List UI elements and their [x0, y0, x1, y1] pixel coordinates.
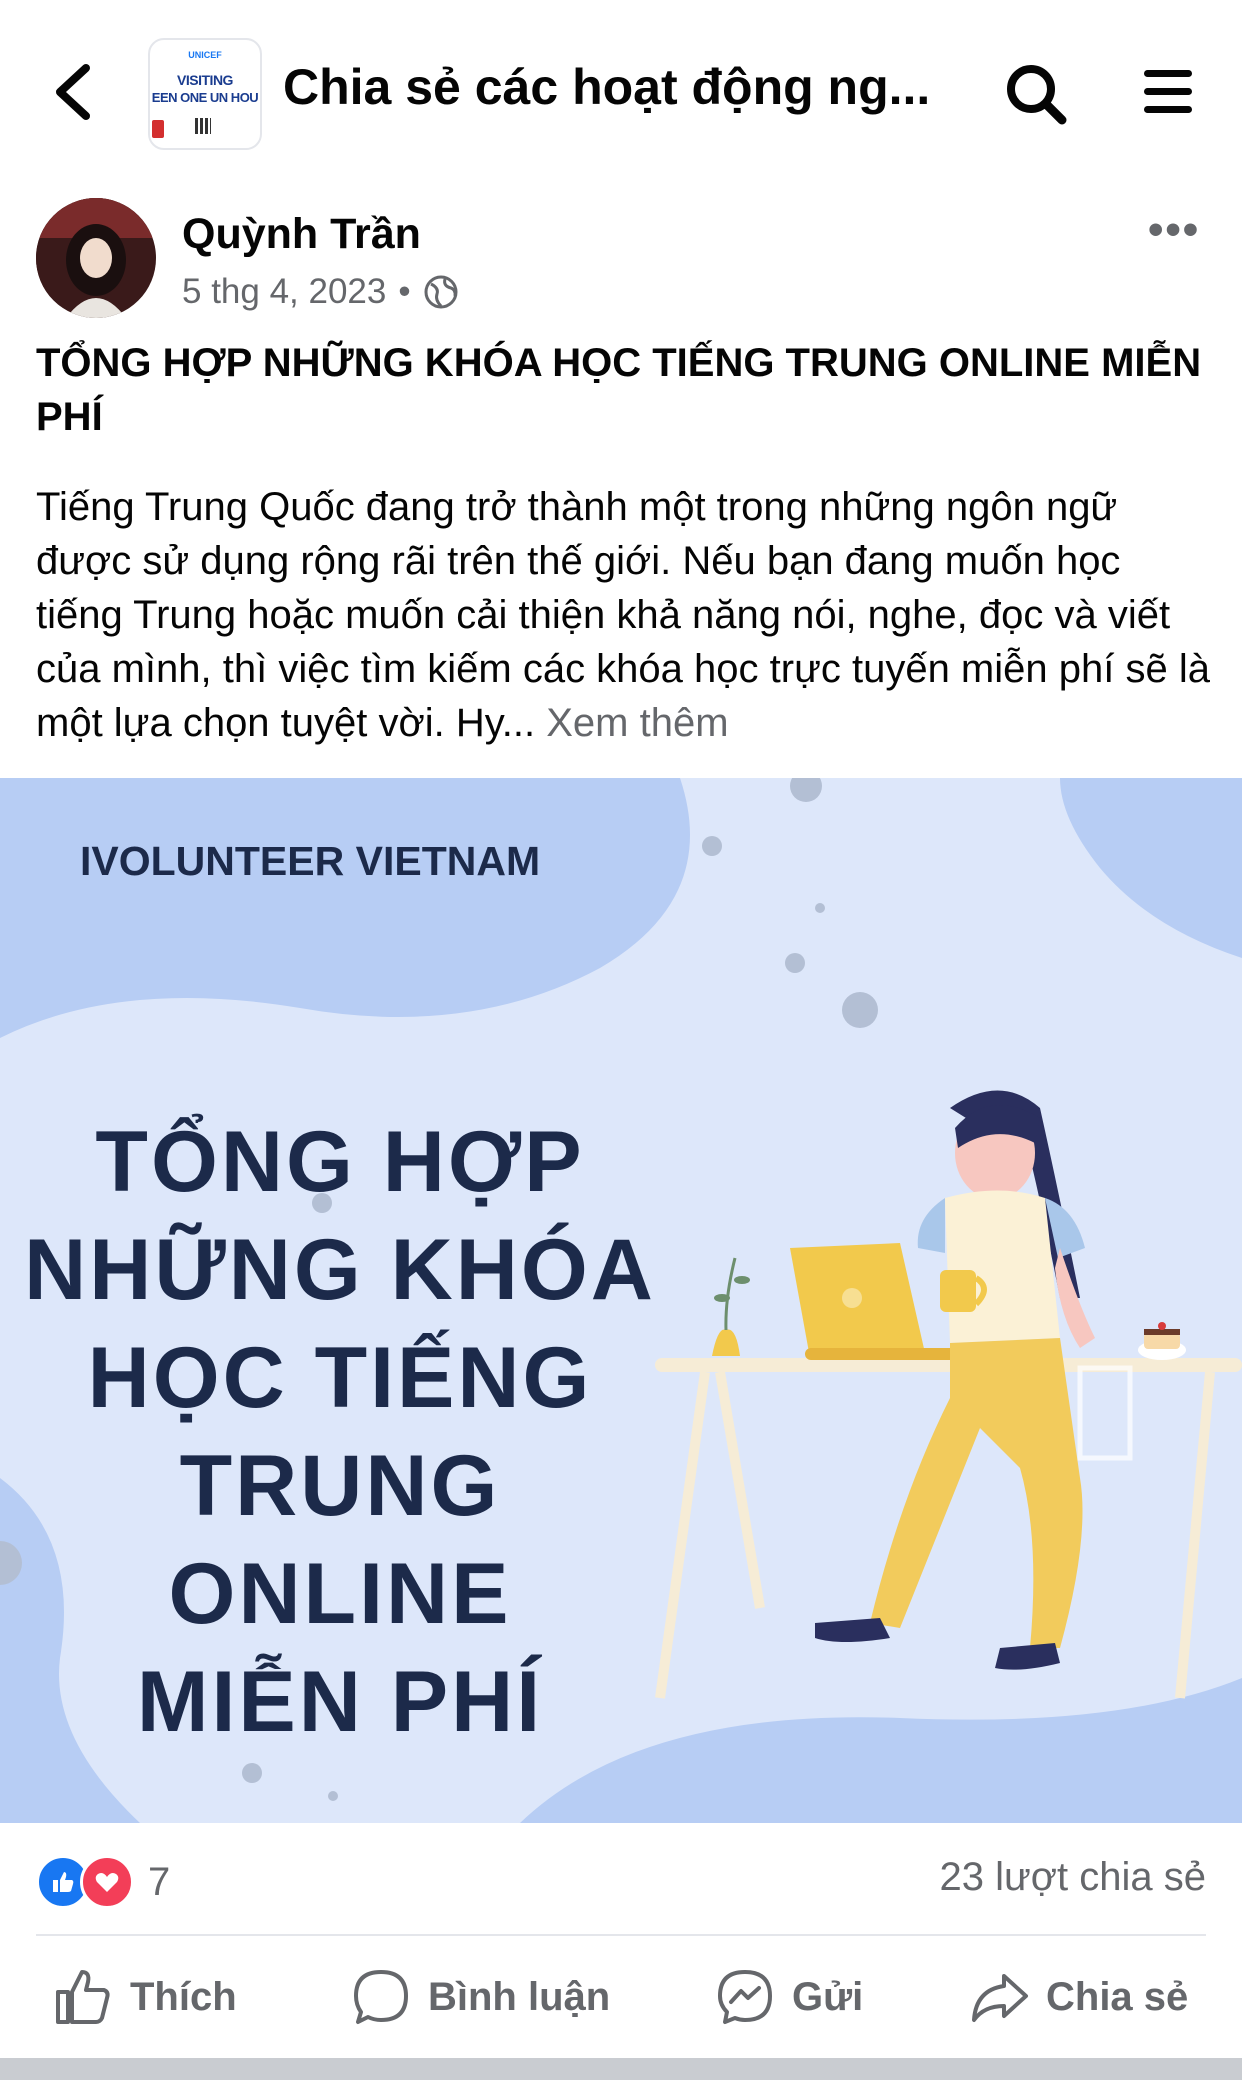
avatar[interactable]: [36, 198, 156, 318]
comment-bubble-icon: [354, 1970, 408, 2024]
love-reaction-icon: [80, 1855, 134, 1909]
reaction-summary[interactable]: 7: [36, 1852, 170, 1912]
send-label: Gửi: [792, 1974, 864, 2019]
comment-label: Bình luận: [428, 1974, 611, 2019]
globe-icon: [424, 275, 458, 309]
group-thumbnail-line3: EEN ONE UN HOU: [151, 90, 259, 105]
share-label: Chia sẻ: [1046, 1974, 1189, 2019]
like-label: Thích: [130, 1974, 237, 2019]
group-thumbnail[interactable]: UNICEF VISITING EEN ONE UN HOU: [148, 38, 262, 150]
post-title: TỔNG HỢP NHỮNG KHÓA HỌC TIẾNG TRUNG ONLI…: [36, 341, 1202, 439]
post-meta: 5 thg 4, 2023 •: [182, 272, 459, 312]
back-arrow-icon[interactable]: [48, 62, 98, 122]
image-headline-line: MIỄN PHÍ: [136, 1654, 544, 1750]
post-date[interactable]: 5 thg 4, 2023: [182, 272, 386, 312]
group-thumbnail-line1: UNICEF: [188, 50, 222, 60]
divider: [36, 1934, 1206, 1936]
image-headline: TỔNG HỢP NHỮNG KHÓA HỌC TIẾNG TRUNG ONLI…: [0, 1108, 680, 1756]
see-more-link[interactable]: Xem thêm: [546, 701, 728, 745]
comment-button[interactable]: Bình luận: [350, 1966, 610, 2028]
author-name[interactable]: Quỳnh Trần: [182, 210, 421, 259]
share-count[interactable]: 23 lượt chia sẻ: [940, 1855, 1206, 1900]
reaction-count: 7: [148, 1859, 171, 1904]
group-thumbnail-line2: VISITING: [177, 72, 233, 88]
image-headline-line: HỌC TIẾNG: [87, 1330, 593, 1426]
share-button[interactable]: Chia sẻ: [968, 1966, 1188, 2028]
more-options-button[interactable]: •••: [1148, 205, 1200, 255]
hamburger-menu-icon[interactable]: [1142, 66, 1194, 118]
image-brand-text: IVOLUNTEER VIETNAM: [80, 838, 541, 884]
meta-separator: •: [398, 272, 411, 311]
post-image[interactable]: IVOLUNTEER VIETNAM TỔNG HỢP NHỮNG KHÓA H…: [0, 778, 1242, 1823]
flag-icon: [152, 120, 164, 138]
image-headline-line: TRUNG ONLINE: [168, 1438, 512, 1642]
post-actions: Thích Bình luận Gửi Chia sẻ: [0, 1950, 1242, 2040]
post-body: Tiếng Trung Quốc đang trở thành một tron…: [36, 480, 1216, 750]
send-button[interactable]: Gửi: [714, 1966, 863, 2028]
thumbs-up-icon: [56, 1970, 110, 2024]
image-headline-line: NHỮNG KHÓA: [24, 1222, 656, 1318]
share-arrow-icon: [972, 1974, 1028, 2022]
group-title[interactable]: Chia sẻ các hoạt động ng...: [283, 58, 943, 116]
image-headline-line: TỔNG HỢP: [95, 1114, 585, 1210]
search-icon[interactable]: [1004, 62, 1068, 126]
top-bar: UNICEF VISITING EEN ONE UN HOU Chia sẻ c…: [0, 0, 1242, 185]
feed-separator: [0, 2058, 1242, 2080]
qr-code-icon: [195, 118, 211, 134]
avatar-photo: [36, 198, 156, 318]
messenger-icon: [718, 1970, 772, 2024]
like-button[interactable]: Thích: [52, 1966, 237, 2028]
